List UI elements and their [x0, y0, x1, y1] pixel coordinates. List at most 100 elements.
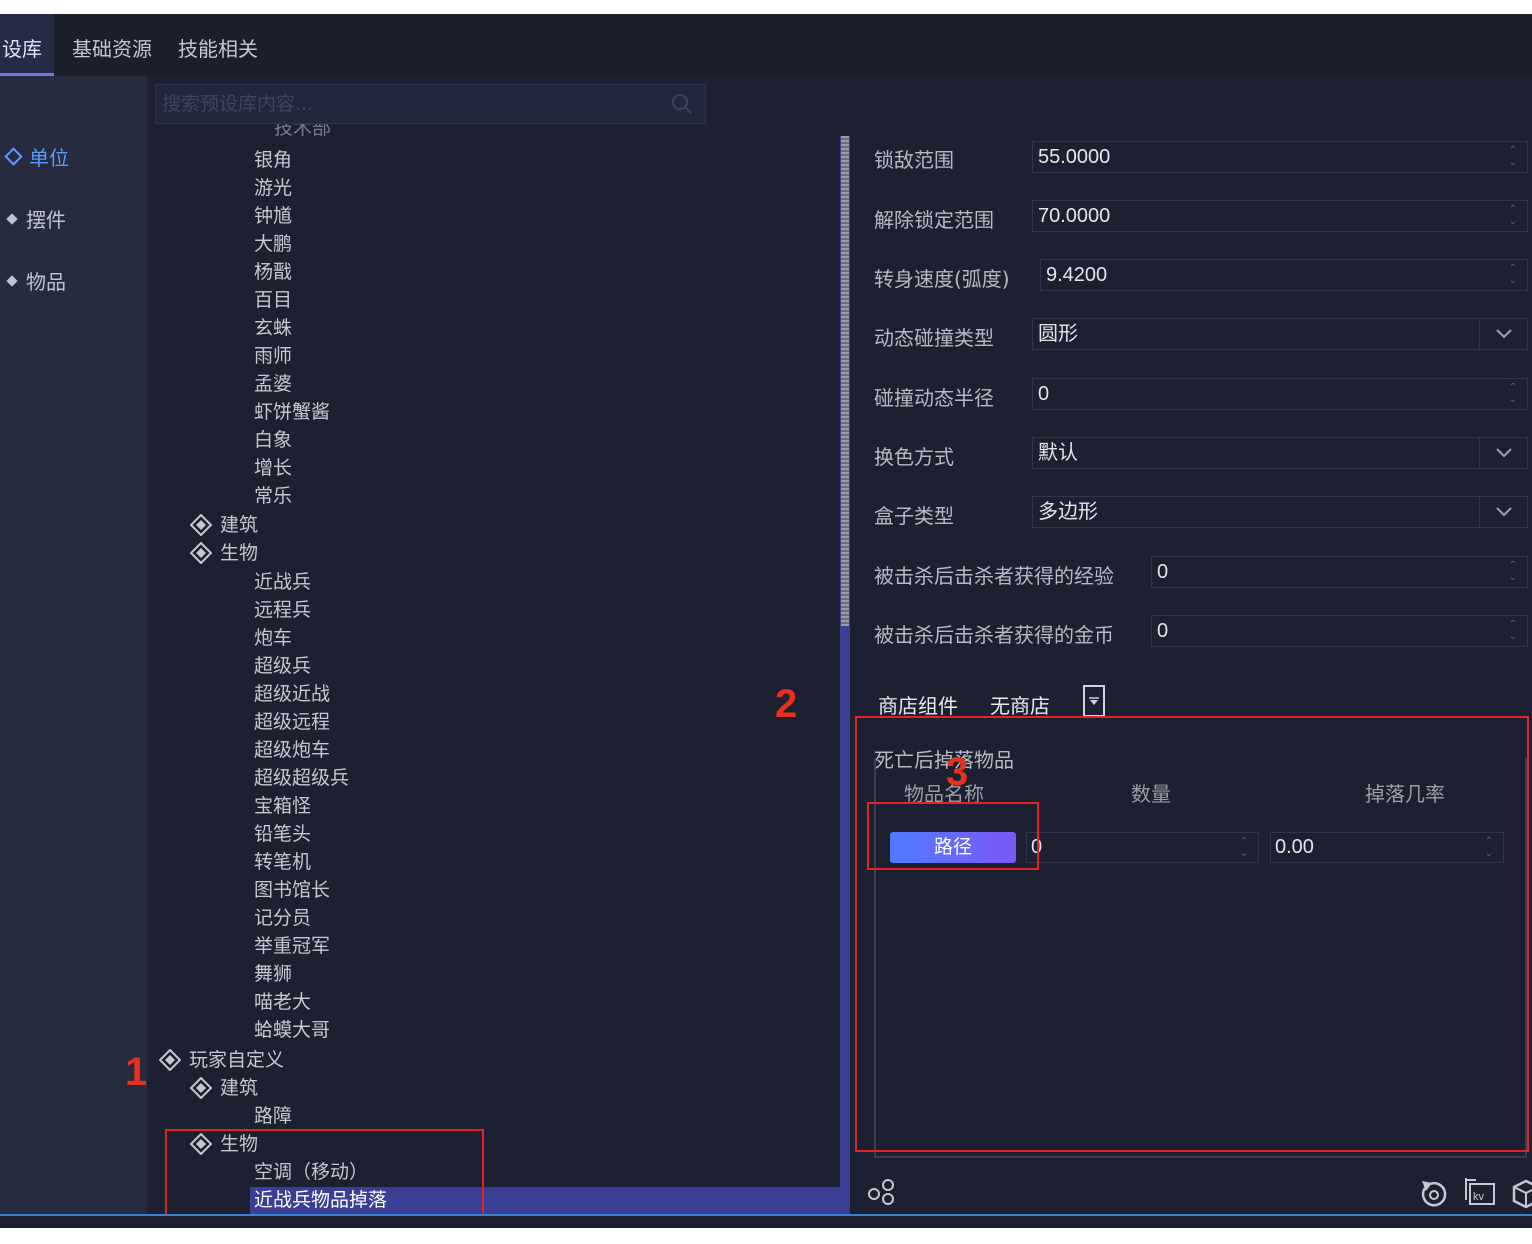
tree-item[interactable]: 远程兵	[254, 596, 311, 624]
tree-item[interactable]: 宝箱怪	[254, 792, 311, 820]
refresh-icon[interactable]	[1418, 1178, 1450, 1210]
box-type-select[interactable]: 多边形	[1032, 496, 1528, 528]
tree-item[interactable]: 超级兵	[254, 652, 311, 680]
prop-label: 被击杀后击杀者获得的经验	[874, 564, 1114, 588]
tree-item[interactable]: 银角	[254, 146, 292, 174]
tree-item[interactable]: 游光	[254, 174, 292, 202]
tree-item[interactable]: 超级炮车	[254, 736, 330, 764]
preset-tree: 技术部 银角 游光 钟馗 大鹏 杨戬 百目 玄蛛 雨师 孟婆 虾饼蟹酱 白象 增…	[147, 124, 840, 1214]
annotation-number-2: 2	[775, 682, 798, 726]
shop-value: 无商店	[990, 694, 1050, 718]
tab-skill-related[interactable]: 技能相关	[176, 14, 260, 76]
prop-label: 动态碰撞类型	[874, 326, 994, 350]
tree-item[interactable]: 近战兵	[254, 568, 311, 596]
tree-item[interactable]: 杨戬	[254, 258, 292, 286]
tree-item[interactable]: 举重冠军	[254, 932, 330, 960]
tree-scrollbar[interactable]	[840, 136, 850, 1214]
collision-radius-input[interactable]: 0 ⌃ ⌄	[1032, 378, 1528, 410]
cube-icon[interactable]	[1510, 1178, 1532, 1210]
tree-item[interactable]: 超级超级兵	[254, 764, 349, 792]
field-value: 9.4200	[1046, 264, 1108, 286]
chevron-down-icon[interactable]	[1479, 497, 1527, 527]
field-value: 多边形	[1038, 501, 1098, 523]
field-value: 0	[1157, 561, 1169, 583]
tree-item[interactable]: 常乐	[254, 482, 292, 510]
prop-label: 解除锁定范围	[874, 208, 994, 232]
tree-group-custom-building[interactable]: 建筑	[190, 1074, 258, 1102]
field-value: 55.0000	[1038, 146, 1111, 168]
tree-group-building[interactable]: 建筑	[190, 511, 258, 539]
nodes-icon[interactable]	[866, 1174, 898, 1206]
tree-item[interactable]: 蛤蟆大哥	[254, 1016, 330, 1044]
folder-diamond-icon	[190, 542, 212, 564]
app-window: 设库 基础资源 技能相关 单位 摆件 物品 技术部 银角 游光 钟馗 大鹏 杨戬	[0, 14, 1532, 1228]
tree-item[interactable]: 超级近战	[254, 680, 330, 708]
svg-text:kv: kv	[1473, 1191, 1485, 1203]
tree-group-player-custom[interactable]: 玩家自定义	[159, 1046, 284, 1074]
tab-preset-library[interactable]: 设库	[0, 14, 54, 76]
tree-item[interactable]: 雨师	[254, 342, 292, 370]
recolor-select[interactable]: 默认	[1032, 437, 1528, 469]
prop-label: 换色方式	[874, 445, 954, 469]
category-decoration[interactable]: 摆件	[4, 204, 66, 233]
field-value: 70.0000	[1038, 205, 1111, 227]
unlock-range-input[interactable]: 70.0000 ⌃ ⌄	[1032, 200, 1528, 232]
kill-gold-input[interactable]: 0 ⌃ ⌄	[1151, 615, 1528, 647]
tree-item[interactable]: 路障	[254, 1102, 292, 1130]
prop-label: 转身速度(弧度)	[874, 267, 1010, 291]
tree-item[interactable]: 大鹏	[254, 230, 292, 258]
spinner-icon[interactable]: ⌃ ⌄	[1507, 382, 1519, 406]
tree-item[interactable]: 百目	[254, 286, 292, 314]
tree-item[interactable]: 技术部	[274, 124, 331, 142]
tree-group-creature[interactable]: 生物	[190, 539, 258, 567]
spinner-icon[interactable]: ⌃ ⌄	[1507, 619, 1519, 643]
tree-item[interactable]: 记分员	[254, 904, 311, 932]
field-value: 默认	[1038, 442, 1078, 464]
tree-item[interactable]: 白象	[254, 426, 292, 454]
status-bar	[0, 1216, 1532, 1228]
tree-item[interactable]: 图书馆长	[254, 876, 330, 904]
category-item-label: 物品	[26, 270, 66, 294]
tree-item[interactable]: 玄蛛	[254, 314, 292, 342]
prop-label: 被击杀后击杀者获得的金币	[874, 623, 1114, 647]
spinner-icon[interactable]: ⌃ ⌄	[1507, 263, 1519, 287]
diamond-outline-icon	[4, 147, 23, 166]
tree-item[interactable]: 铅笔头	[254, 820, 311, 848]
tree-item[interactable]: 孟婆	[254, 370, 292, 398]
tab-basic-resources[interactable]: 基础资源	[70, 14, 154, 76]
shop-dropdown-button[interactable]	[1083, 685, 1105, 717]
spinner-icon[interactable]: ⌃ ⌄	[1507, 204, 1519, 228]
tree-item[interactable]: 虾饼蟹酱	[254, 398, 330, 426]
kill-exp-input[interactable]: 0 ⌃ ⌄	[1151, 556, 1528, 588]
tree-item[interactable]: 转笔机	[254, 848, 311, 876]
annotation-box-1	[165, 1129, 484, 1221]
category-item[interactable]: 物品	[4, 266, 66, 295]
spinner-icon[interactable]: ⌃ ⌄	[1507, 145, 1519, 169]
tree-item[interactable]: 舞狮	[254, 960, 292, 988]
chevron-down-icon[interactable]	[1479, 438, 1527, 468]
annotation-number-3: 3	[946, 750, 969, 794]
tree-item[interactable]: 炮车	[254, 624, 292, 652]
chevron-down-icon[interactable]	[1479, 319, 1527, 349]
lock-range-input[interactable]: 55.0000 ⌃ ⌄	[1032, 141, 1528, 173]
diamond-icon	[6, 274, 18, 287]
kv-icon[interactable]: kv	[1464, 1176, 1496, 1208]
tree-group-label: 建筑	[220, 514, 259, 536]
tree-item[interactable]: 增长	[254, 454, 292, 482]
search-input[interactable]	[156, 85, 656, 123]
prop-label: 盒子类型	[874, 504, 954, 528]
scrollbar-thumb[interactable]	[841, 136, 849, 626]
search-icon[interactable]	[671, 93, 693, 115]
field-value: 0	[1157, 620, 1169, 642]
spinner-icon[interactable]: ⌃ ⌄	[1507, 560, 1519, 584]
shop-component-label: 商店组件	[878, 694, 958, 718]
turn-speed-input[interactable]: 9.4200 ⌃ ⌄	[1040, 259, 1528, 291]
tree-item[interactable]: 钟馗	[254, 202, 292, 230]
tree-group-label: 建筑	[220, 1077, 259, 1099]
category-unit[interactable]: 单位	[4, 142, 69, 171]
collision-type-select[interactable]: 圆形	[1032, 318, 1528, 350]
tree-group-label: 玩家自定义	[189, 1049, 285, 1071]
tree-item[interactable]: 喵老大	[254, 988, 311, 1016]
top-tab-bar: 设库 基础资源 技能相关	[0, 14, 1532, 76]
tree-item[interactable]: 超级远程	[254, 708, 330, 736]
